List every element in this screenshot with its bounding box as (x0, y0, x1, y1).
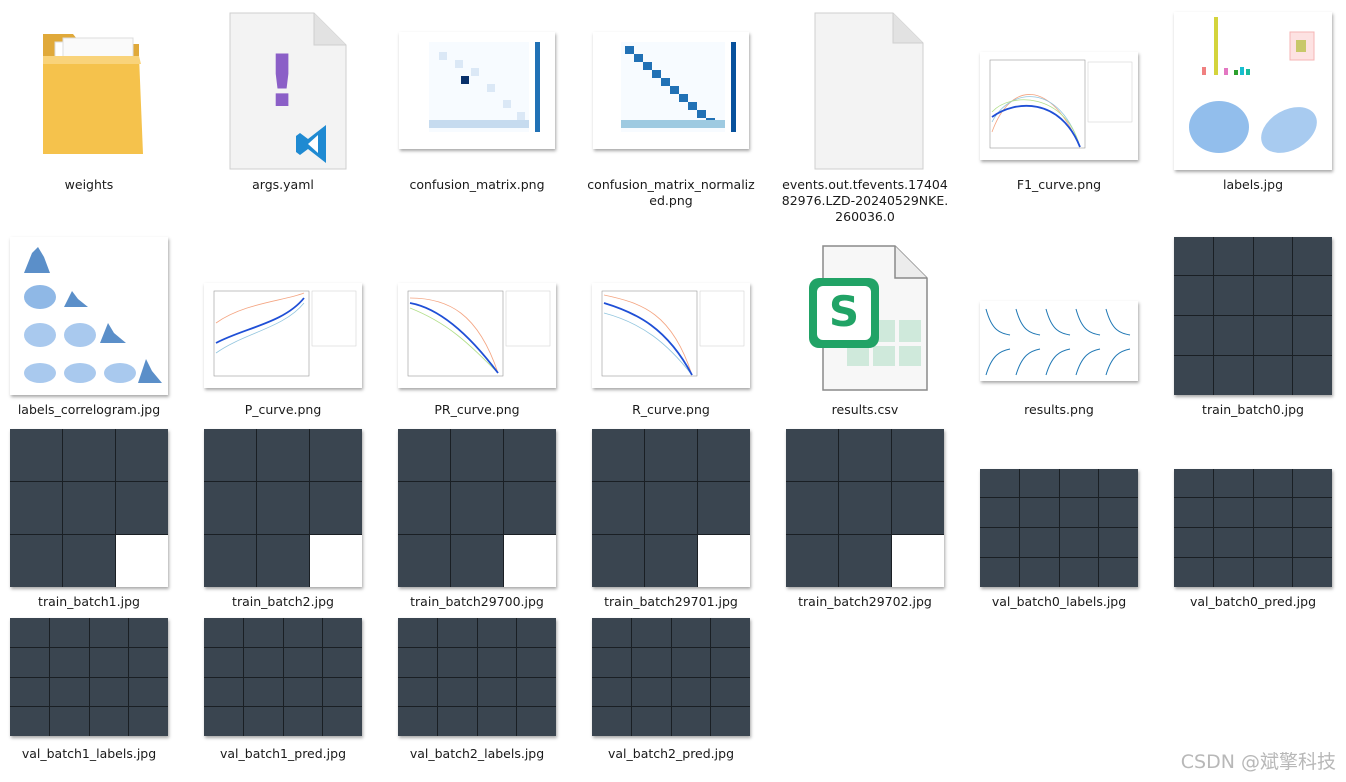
file-f1-curve[interactable]: F1_curve.png (974, 8, 1144, 193)
file-tfevents[interactable]: events.out.tfevents.1740482976.LZD-20240… (780, 8, 950, 225)
file-label: PR_curve.png (434, 402, 520, 417)
confusion-matrix-normalized-thumbnail (593, 32, 749, 149)
file-train-batch1[interactable]: train_batch1.jpg (4, 425, 174, 610)
val-batch0-labels-thumbnail (980, 468, 1138, 587)
train-batch0-thumbnail (1174, 236, 1332, 395)
val-batch1-labels-thumbnail (10, 618, 168, 736)
file-val-batch0-labels[interactable]: val_batch0_labels.jpg (974, 425, 1144, 610)
file-args-yaml[interactable]: ! args.yaml (198, 8, 368, 193)
train-batch29701-thumbnail (592, 428, 750, 587)
csv-letter: S (829, 287, 859, 336)
file-label: train_batch29702.jpg (798, 594, 932, 609)
labels-thumbnail (1174, 11, 1332, 170)
file-weights[interactable]: weights (4, 8, 174, 193)
file-label: train_batch0.jpg (1202, 402, 1304, 417)
file-label: results.csv (831, 402, 899, 417)
file-confusion-matrix-normalized[interactable]: confusion_matrix_normalized.png (586, 8, 756, 209)
pr-curve-thumbnail (398, 283, 556, 388)
confusion-matrix-thumbnail (399, 32, 555, 149)
file-train-batch29701[interactable]: train_batch29701.jpg (586, 425, 756, 610)
file-label: events.out.tfevents.1740482976.LZD-20240… (781, 177, 949, 224)
f1-curve-thumbnail (980, 51, 1138, 160)
file-label: weights (64, 177, 114, 192)
file-labels-correlogram[interactable]: labels_correlogram.jpg (4, 233, 174, 418)
file-val-batch0-pred[interactable]: val_batch0_pred.jpg (1168, 425, 1338, 610)
spreadsheet-file-icon: S (780, 233, 950, 398)
file-label: labels.jpg (1222, 177, 1284, 192)
file-p-curve[interactable]: P_curve.png (198, 233, 368, 418)
train-batch29700-thumbnail (398, 428, 556, 587)
file-train-batch2[interactable]: train_batch2.jpg (198, 425, 368, 610)
blank-file-icon (780, 8, 950, 173)
train-batch29702-thumbnail (786, 428, 944, 587)
val-batch2-pred-thumbnail (592, 618, 750, 736)
file-val-batch1-labels[interactable]: val_batch1_labels.jpg (4, 612, 174, 762)
file-label: train_batch1.jpg (38, 594, 140, 609)
file-label: R_curve.png (632, 402, 710, 417)
file-label: train_batch29700.jpg (410, 594, 544, 609)
file-label: labels_correlogram.jpg (17, 402, 161, 417)
file-val-batch1-pred[interactable]: val_batch1_pred.jpg (198, 612, 368, 762)
results-thumbnail (980, 300, 1138, 381)
val-batch1-pred-thumbnail (204, 618, 362, 736)
yaml-glyph: ! (266, 39, 299, 123)
file-label: confusion_matrix_normalized.png (587, 177, 755, 208)
r-curve-thumbnail (592, 283, 750, 388)
file-label: val_batch0_pred.jpg (1189, 594, 1316, 609)
val-batch0-pred-thumbnail (1174, 468, 1332, 587)
yaml-file-icon: ! (198, 8, 368, 173)
file-label: val_batch1_pred.jpg (219, 746, 346, 761)
val-batch2-labels-thumbnail (398, 618, 556, 736)
file-label: args.yaml (252, 177, 314, 192)
file-labels-jpg[interactable]: labels.jpg (1168, 8, 1338, 193)
file-train-batch29700[interactable]: train_batch29700.jpg (392, 425, 562, 610)
file-val-batch2-pred[interactable]: val_batch2_pred.jpg (586, 612, 756, 762)
file-train-batch0[interactable]: train_batch0.jpg (1168, 233, 1338, 418)
file-train-batch29702[interactable]: train_batch29702.jpg (780, 425, 950, 610)
train-batch2-thumbnail (204, 428, 362, 587)
train-batch1-thumbnail (10, 428, 168, 587)
file-pr-curve[interactable]: PR_curve.png (392, 233, 562, 418)
file-r-curve[interactable]: R_curve.png (586, 233, 756, 418)
file-label: val_batch2_pred.jpg (607, 746, 734, 761)
file-label: train_batch2.jpg (232, 594, 334, 609)
file-val-batch2-labels[interactable]: val_batch2_labels.jpg (392, 612, 562, 762)
file-label: val_batch0_labels.jpg (991, 594, 1127, 609)
file-label: results.png (1024, 402, 1094, 417)
labels-correlogram-thumbnail (10, 236, 168, 395)
file-label: val_batch2_labels.jpg (409, 746, 545, 761)
p-curve-thumbnail (204, 283, 362, 388)
file-label: train_batch29701.jpg (604, 594, 738, 609)
file-label: val_batch1_labels.jpg (21, 746, 157, 761)
file-label: F1_curve.png (1016, 177, 1102, 192)
file-results-csv[interactable]: S results.csv (780, 233, 950, 418)
file-label: confusion_matrix.png (409, 177, 545, 192)
watermark: CSDN @斌擎科技 (1180, 751, 1336, 773)
file-results-png[interactable]: results.png (974, 233, 1144, 418)
folder-icon (4, 8, 174, 173)
file-label: P_curve.png (244, 402, 322, 417)
file-confusion-matrix[interactable]: confusion_matrix.png (392, 8, 562, 193)
